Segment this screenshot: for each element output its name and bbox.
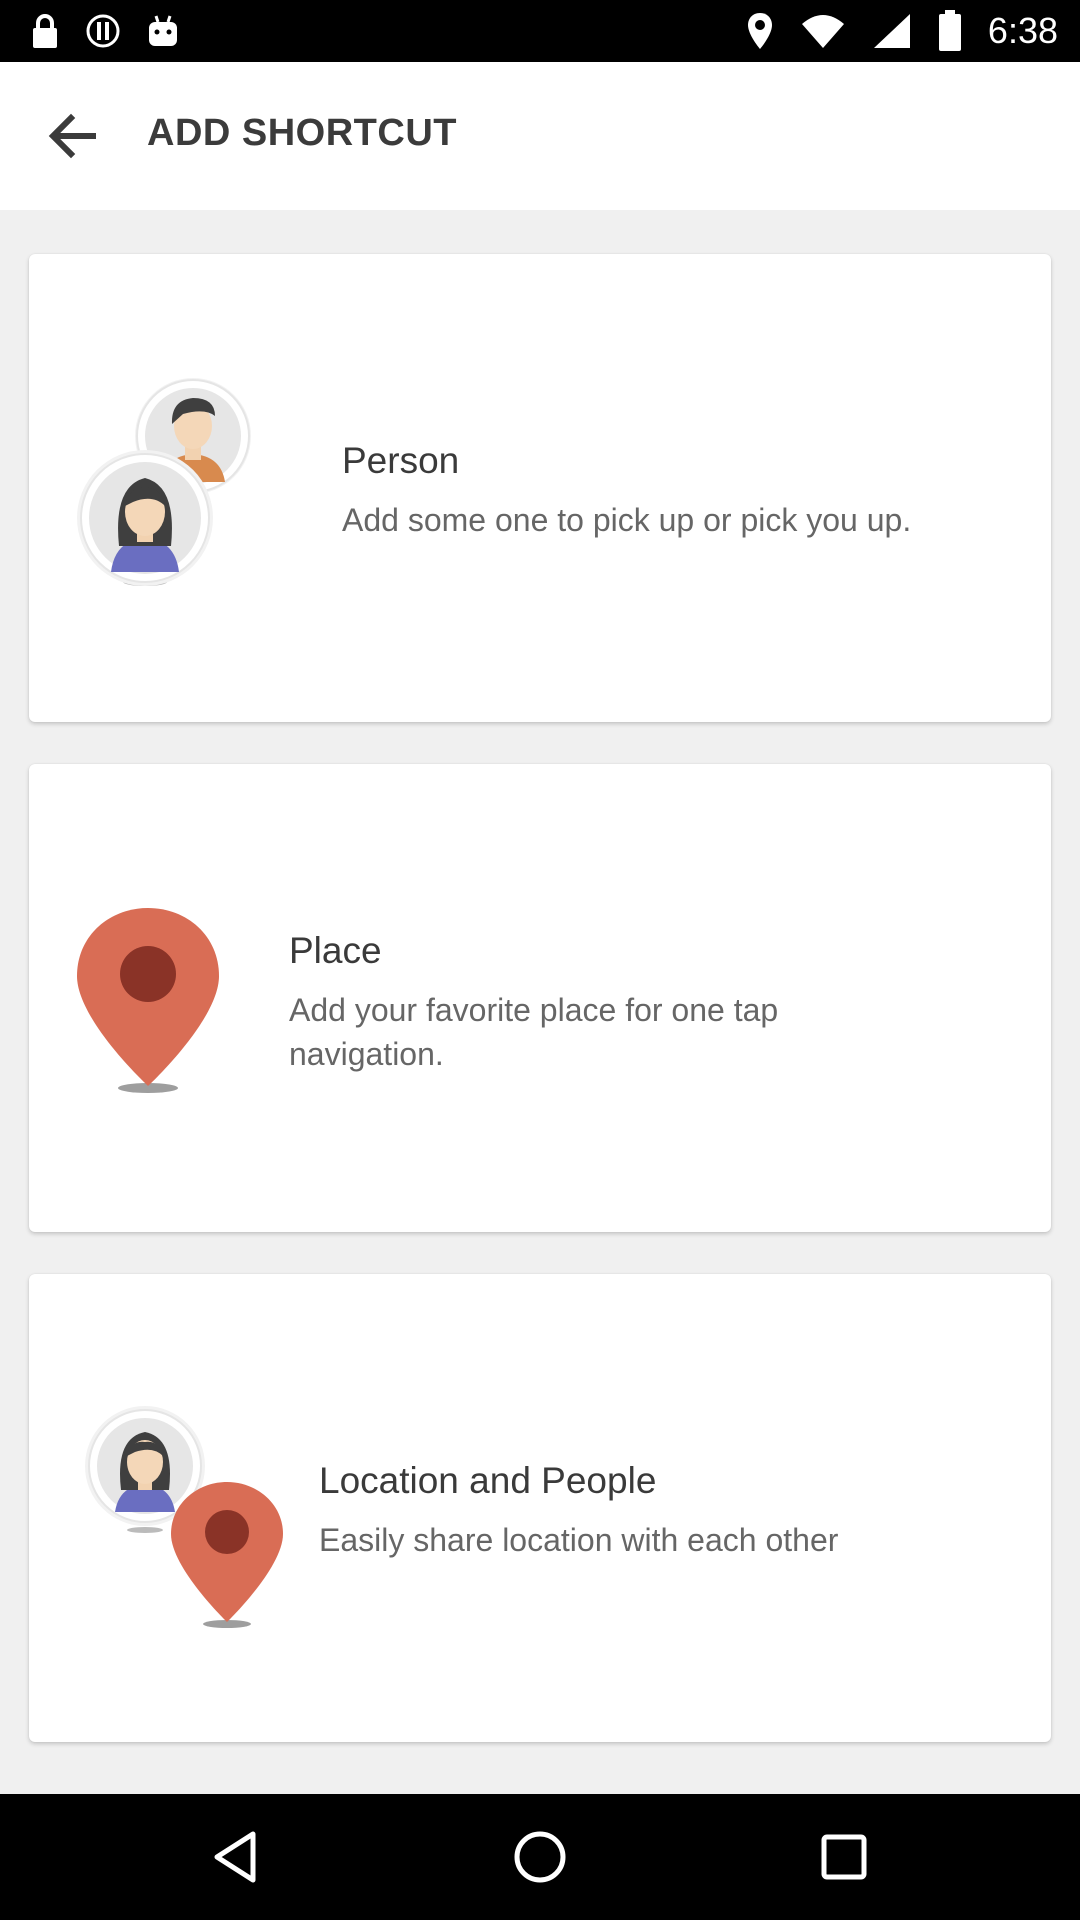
map-pin-icon xyxy=(77,908,219,1093)
lock-icon xyxy=(33,14,57,48)
nav-home-button[interactable] xyxy=(510,1827,570,1887)
card-title: Person xyxy=(342,440,460,481)
arrow-back-icon xyxy=(48,113,96,159)
status-right-icons: 6:38 xyxy=(746,8,1058,54)
status-bar: 6:38 xyxy=(0,0,1080,62)
shortcut-card-place[interactable]: Place Add your favorite place for one ta… xyxy=(29,764,1051,1232)
signal-icon xyxy=(873,14,910,48)
card-title: Place xyxy=(289,930,382,971)
person-avatars-icon xyxy=(77,378,251,586)
back-button[interactable] xyxy=(36,100,108,172)
status-time: 6:38 xyxy=(987,10,1058,51)
home-circle-icon xyxy=(514,1831,566,1883)
location-icon xyxy=(747,13,772,49)
page-title: ADD SHORTCUT xyxy=(147,112,457,154)
card-description: Add your favorite place for one tap navi… xyxy=(289,992,779,1072)
system-nav-bar xyxy=(0,1794,1080,1920)
card-description: Add some one to pick up or pick you up. xyxy=(342,502,912,538)
person-with-pin-icon xyxy=(85,1406,283,1628)
card-title: Location and People xyxy=(319,1460,657,1501)
shortcut-card-location-and-people[interactable]: Location and People Easily share locatio… xyxy=(29,1274,1051,1742)
nav-recents-button[interactable] xyxy=(814,1827,874,1887)
alert-icon xyxy=(86,14,120,48)
card-description: Easily share location with each other xyxy=(319,1522,839,1558)
app-bar: ADD SHORTCUT xyxy=(0,62,1080,210)
wifi-icon xyxy=(801,15,844,48)
status-left-icons xyxy=(28,12,182,50)
recents-square-icon xyxy=(821,1834,867,1880)
back-triangle-icon xyxy=(214,1831,256,1883)
battery-icon xyxy=(938,10,961,51)
nav-back-button[interactable] xyxy=(206,1827,266,1887)
android-icon xyxy=(149,15,177,46)
shortcut-card-person[interactable]: Person Add some one to pick up or pick y… xyxy=(29,254,1051,722)
